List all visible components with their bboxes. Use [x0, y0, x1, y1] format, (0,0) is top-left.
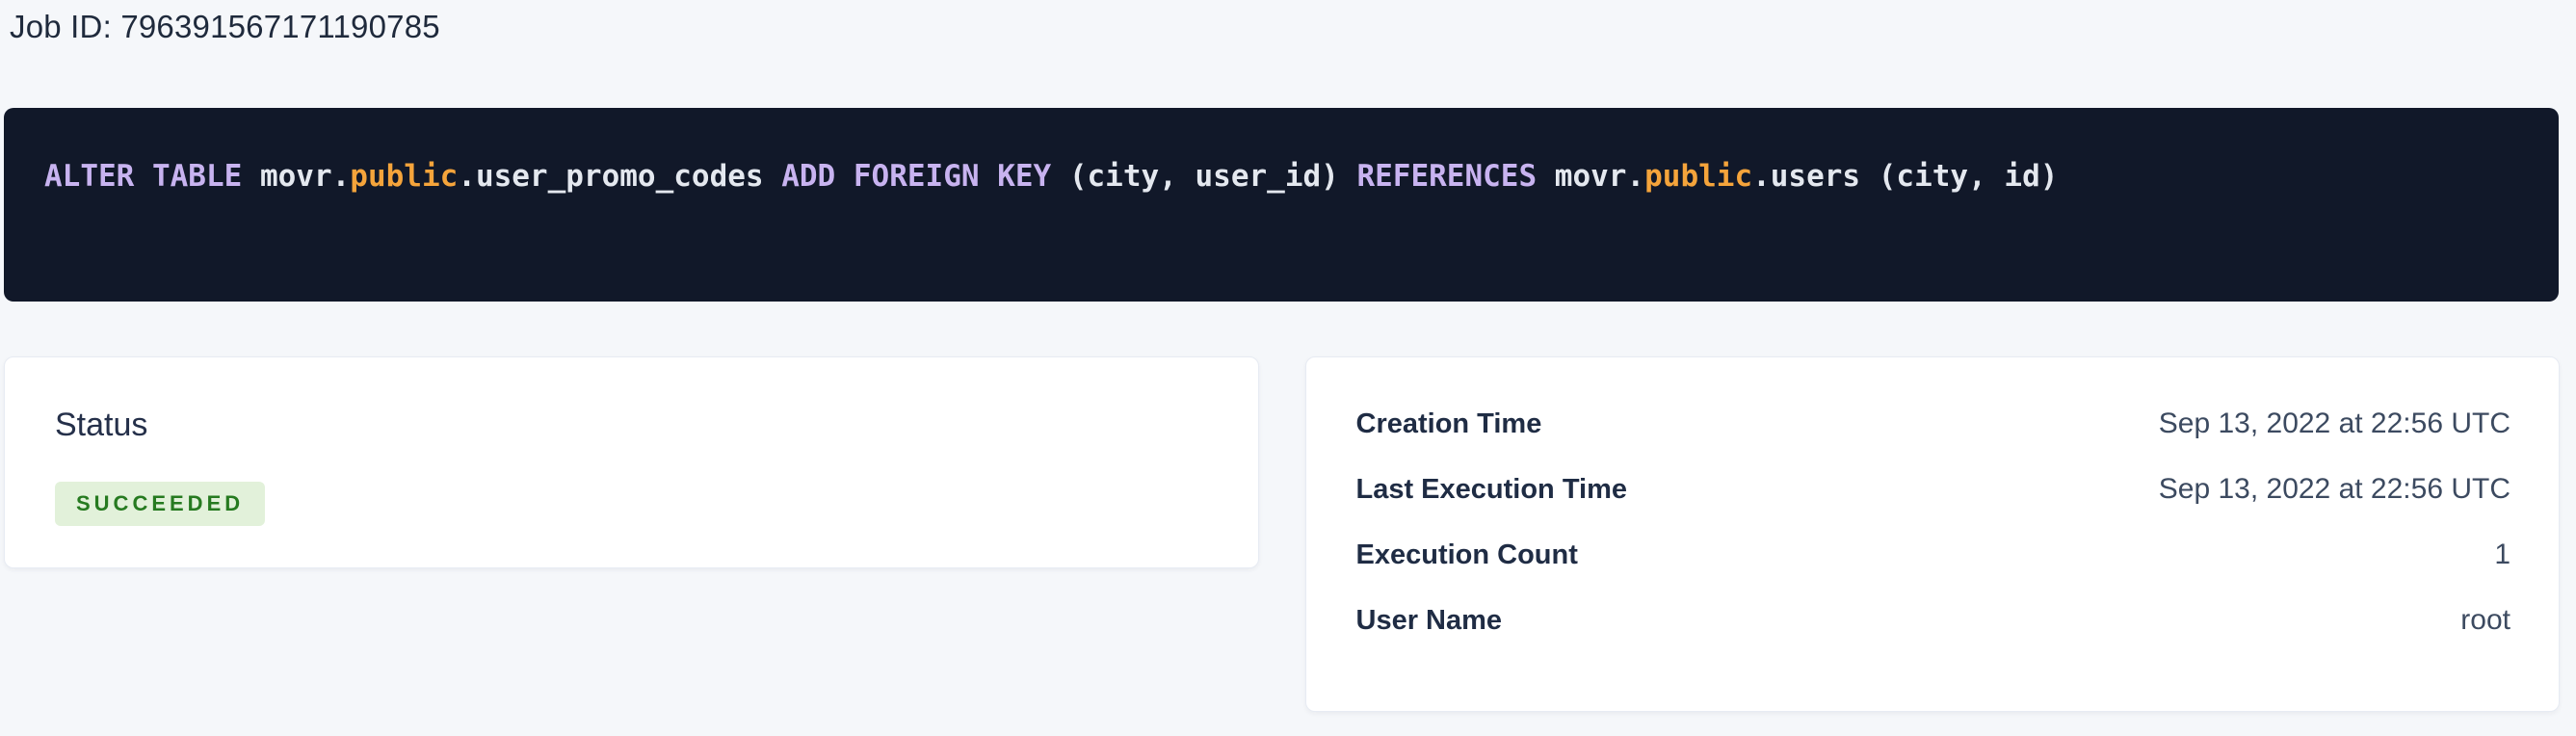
status-card-title: Status: [55, 406, 1210, 444]
sql-schema: public: [1644, 159, 1752, 194]
page-title: Job ID: 796391567171190785: [10, 6, 2576, 48]
sql-statement-panel: ALTER TABLE movr.public.user_promo_codes…: [4, 108, 2559, 302]
sql-identifier: .user_promo_codes: [458, 159, 781, 194]
sql-keyword: ALTER TABLE: [44, 159, 260, 194]
detail-row-creation-time: Creation Time Sep 13, 2022 at 22:56 UTC: [1356, 409, 2511, 438]
job-id-value: 796391567171190785: [120, 9, 440, 44]
detail-label: Execution Count: [1356, 540, 1578, 569]
job-details-page: Job ID: 796391567171190785 ALTER TABLE m…: [0, 0, 2576, 736]
sql-identifier: (city, user_id): [1069, 159, 1357, 194]
sql-identifier: movr.: [1555, 159, 1644, 194]
sql-identifier: movr.: [260, 159, 350, 194]
detail-label: Creation Time: [1356, 409, 1542, 438]
summary-cards-row: Status SUCCEEDED Creation Time Sep 13, 2…: [4, 356, 2560, 712]
detail-value: root: [2460, 606, 2510, 635]
job-id-label: Job ID:: [10, 9, 120, 44]
sql-keyword: ADD FOREIGN KEY: [781, 159, 1069, 194]
detail-row-last-execution-time: Last Execution Time Sep 13, 2022 at 22:5…: [1356, 475, 2511, 504]
sql-keyword: REFERENCES: [1356, 159, 1554, 194]
detail-value: Sep 13, 2022 at 22:56 UTC: [2159, 475, 2510, 504]
status-card: Status SUCCEEDED: [4, 356, 1259, 568]
detail-row-user-name: User Name root: [1356, 606, 2511, 635]
sql-schema: public: [350, 159, 458, 194]
sql-statement: ALTER TABLE movr.public.user_promo_codes…: [44, 158, 2520, 195]
detail-value: 1: [2494, 540, 2510, 569]
detail-row-execution-count: Execution Count 1: [1356, 540, 2511, 569]
detail-label: User Name: [1356, 606, 1503, 635]
detail-label: Last Execution Time: [1356, 475, 1628, 504]
sql-identifier: .users (city, id): [1752, 159, 2058, 194]
details-card: Creation Time Sep 13, 2022 at 22:56 UTC …: [1305, 356, 2561, 712]
status-badge: SUCCEEDED: [55, 482, 265, 526]
detail-value: Sep 13, 2022 at 22:56 UTC: [2159, 409, 2510, 438]
